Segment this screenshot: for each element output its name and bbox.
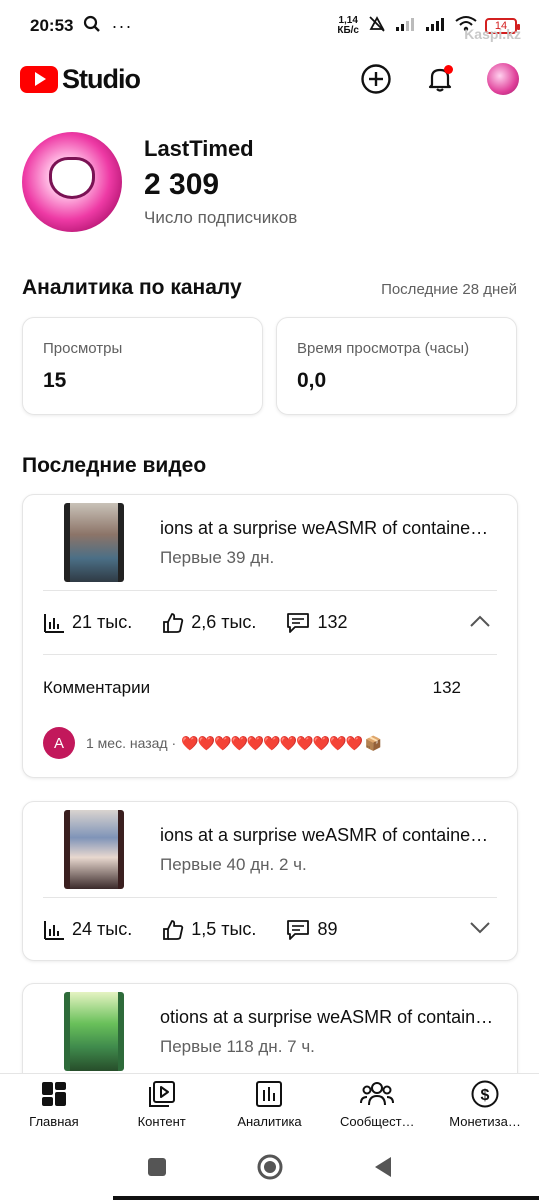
latest-comment[interactable]: A 1 мес. назад · ❤️❤️❤️❤️❤️❤️❤️❤️❤️❤️❤️ … — [23, 721, 517, 765]
metric-label: Просмотры — [43, 340, 123, 357]
video-row[interactable]: otions at a surprise weASMR of contain… … — [23, 984, 517, 1079]
status-bar: 20:53 ··· 1,14 КБ/с 14 Kaspi.kz — [0, 0, 539, 52]
comments-stat: 132 — [286, 612, 347, 634]
video-row[interactable]: ions at a surprise weASMR of containe… П… — [23, 495, 517, 590]
comments-stat: 89 — [286, 919, 337, 941]
svg-text:$: $ — [481, 1087, 490, 1104]
views-stat: 24 тыс. — [43, 919, 132, 940]
video-title: ions at a surprise weASMR of containe… — [160, 517, 489, 538]
notifications-button[interactable] — [423, 62, 457, 96]
recents-button[interactable] — [146, 1156, 168, 1183]
bar-chart-icon — [44, 613, 64, 633]
video-stats: 21 тыс. 2,6 тыс. 132 — [23, 591, 517, 654]
metric-label: Время просмотра (часы) — [297, 340, 470, 357]
recent-videos-title: Последние видео — [22, 454, 207, 477]
nav-item-dashboard[interactable]: Главная — [0, 1074, 108, 1139]
subscriber-count: 2 309 — [144, 168, 220, 201]
back-button[interactable] — [372, 1155, 394, 1184]
youtube-play-icon — [20, 65, 58, 93]
comment-icon — [287, 612, 310, 633]
notification-dot — [444, 65, 453, 74]
account-avatar[interactable] — [487, 63, 519, 95]
comments-count: 132 — [432, 678, 461, 697]
subscriber-label: Число подписчиков — [144, 208, 298, 227]
video-title: otions at a surprise weASMR of contain… — [160, 1006, 494, 1027]
likes-stat: 1,5 тыс. — [162, 919, 256, 941]
watch-time-card[interactable]: Время просмотра (часы) 0,0 — [276, 317, 517, 415]
comments-value: 89 — [317, 919, 338, 939]
more-dots-icon: ··· — [111, 15, 133, 36]
views-value: 21 тыс. — [72, 612, 133, 632]
metric-value: 0,0 — [297, 369, 327, 392]
channel-avatar[interactable] — [22, 132, 122, 232]
video-card: ions at a surprise weASMR of containe… П… — [22, 494, 518, 778]
comments-header[interactable]: Комментарии 132 — [23, 655, 517, 721]
views-value: 24 тыс. — [72, 919, 133, 939]
dashboard-icon — [41, 1082, 66, 1106]
comments-value: 132 — [317, 612, 348, 632]
nav-item-monetization[interactable]: $ Монетиза… — [431, 1074, 539, 1139]
video-thumbnail[interactable] — [64, 810, 124, 889]
metric-value: 15 — [43, 369, 67, 392]
watermark: Kaspi.kz — [464, 26, 521, 42]
network-speed: 1,14 КБ/с — [337, 16, 359, 36]
nav-label: Аналитика — [237, 1114, 302, 1129]
comment-text: ❤️❤️❤️❤️❤️❤️❤️❤️❤️❤️❤️ 📦 — [181, 734, 382, 751]
analytics-title: Аналитика по каналу — [22, 276, 242, 299]
video-title: ions at a surprise weASMR of containe… — [160, 824, 489, 845]
comment-meta: 1 мес. назад · — [86, 735, 177, 751]
analytics-period[interactable]: Последние 28 дней — [381, 281, 517, 298]
video-card: ions at a surprise weASMR of containe… П… — [22, 801, 518, 961]
nav-label: Главная — [29, 1114, 79, 1129]
home-button[interactable] — [256, 1153, 284, 1186]
monetization-icon: $ — [471, 1080, 499, 1108]
mute-icon — [367, 14, 387, 39]
network-speed-unit: КБ/с — [337, 25, 359, 36]
nav-label: Монетиза… — [449, 1114, 521, 1129]
video-thumbnail[interactable] — [64, 503, 124, 582]
video-age: Первые 118 дн. 7 ч. — [160, 1036, 315, 1056]
community-icon — [360, 1082, 395, 1106]
nav-item-analytics[interactable]: Аналитика — [216, 1074, 324, 1139]
chevron-down-icon[interactable] — [469, 919, 491, 940]
app-bar: Studio — [0, 52, 539, 106]
video-age: Первые 39 дн. — [160, 547, 275, 567]
system-navigation — [0, 1139, 539, 1200]
likes-value: 2,6 тыс. — [191, 612, 257, 632]
nav-label: Контент — [137, 1114, 186, 1129]
channel-header: LastTimed 2 309 Число подписчиков — [22, 132, 297, 232]
thumbs-up-icon — [163, 612, 184, 633]
video-age: Первые 40 дн. 2 ч. — [160, 854, 307, 874]
video-row[interactable]: ions at a surprise weASMR of containe… П… — [23, 802, 517, 897]
nav-item-content[interactable]: Контент — [108, 1074, 216, 1139]
comment-icon — [287, 919, 310, 940]
views-stat: 21 тыс. — [43, 612, 132, 633]
comments-label: Комментарии — [43, 678, 151, 697]
channel-name: LastTimed — [144, 136, 254, 161]
bottom-navigation: Главная Контент Аналитика Сообщест… $ Мо… — [0, 1073, 539, 1139]
signal-icon — [395, 16, 417, 37]
likes-value: 1,5 тыс. — [191, 919, 257, 939]
create-button[interactable] — [359, 62, 393, 96]
content-icon — [148, 1081, 175, 1107]
commenter-avatar: A — [43, 727, 75, 759]
studio-logo[interactable]: Studio — [20, 63, 141, 95]
nav-item-community[interactable]: Сообщест… — [323, 1074, 431, 1139]
home-indicator — [113, 1196, 539, 1200]
signal-2-icon — [425, 16, 447, 37]
views-card[interactable]: Просмотры 15 — [22, 317, 263, 415]
search-icon — [83, 15, 101, 38]
status-time: 20:53 — [30, 16, 74, 35]
plus-circle-icon — [361, 64, 391, 94]
nav-label: Сообщест… — [340, 1114, 415, 1129]
chevron-up-icon[interactable] — [469, 612, 491, 633]
video-thumbnail[interactable] — [64, 992, 124, 1071]
likes-stat: 2,6 тыс. — [162, 612, 256, 634]
bar-chart-icon — [44, 920, 64, 940]
analytics-icon — [256, 1081, 283, 1107]
thumbs-up-icon — [163, 919, 184, 940]
logo-text: Studio — [62, 63, 141, 94]
video-stats: 24 тыс. 1,5 тыс. 89 — [23, 898, 517, 960]
